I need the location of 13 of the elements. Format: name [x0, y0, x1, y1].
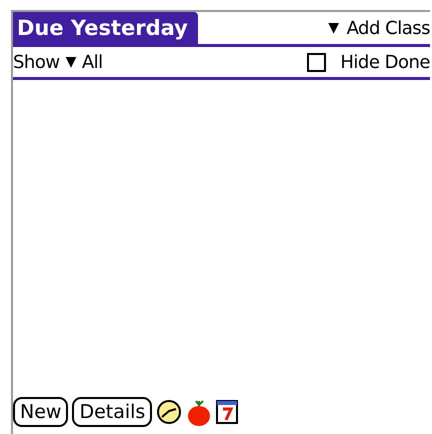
- toolbar-button[interactable]: Details: [72, 397, 152, 427]
- class-picker[interactable]: Add Class: [346, 18, 430, 38]
- toolbar-button[interactable]: New: [13, 397, 68, 427]
- calendar-icon[interactable]: [216, 400, 238, 424]
- filter-picker[interactable]: All: [82, 52, 103, 72]
- apple-icon[interactable]: [186, 398, 212, 426]
- hide-done-label[interactable]: Hide Done: [340, 52, 430, 72]
- clock-icon[interactable]: [156, 399, 182, 425]
- dropdown-arrow[interactable]: ▼: [328, 20, 339, 36]
- form-title: Due Yesterday: [13, 12, 198, 44]
- dropdown-arrow[interactable]: ▼: [66, 54, 76, 70]
- hide-done-checkbox[interactable]: [307, 52, 326, 72]
- show-label: Show: [13, 52, 60, 72]
